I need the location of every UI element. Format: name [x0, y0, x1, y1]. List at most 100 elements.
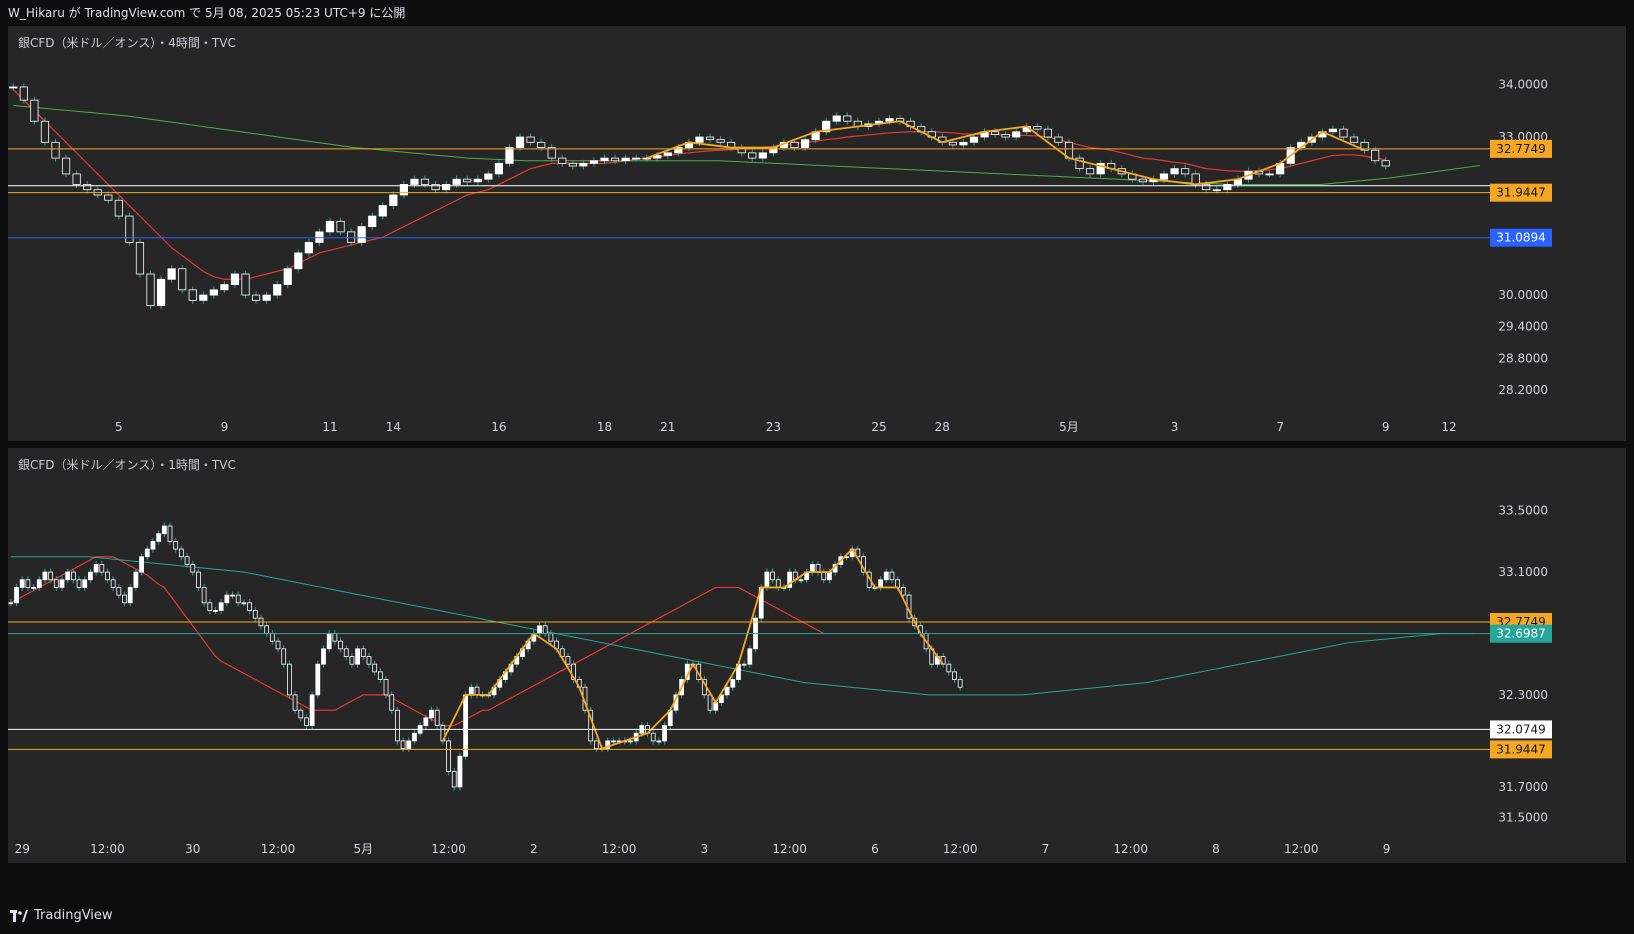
h4-y-tick-label: 28.2000 — [1498, 383, 1548, 397]
h4-x-tick-label: 14 — [386, 420, 401, 434]
h1-candle — [946, 660, 952, 676]
h4-candle — [1128, 170, 1137, 183]
h1-candle-body — [25, 579, 31, 588]
h1-candle-body — [446, 740, 451, 773]
h4-candle-body — [220, 284, 229, 291]
h1-candle — [161, 522, 167, 538]
h4-candle-body — [1001, 133, 1010, 138]
h1-candle-body — [741, 663, 747, 666]
h1-candle-body — [878, 579, 883, 588]
chart-4h-canvas[interactable]: 34.000033.000030.000029.400028.800028.20… — [8, 26, 1626, 441]
h1-candle-body — [434, 709, 440, 726]
h1-candle — [770, 568, 775, 584]
h4-x-tick-label: 21 — [660, 420, 675, 434]
h1-candle-body — [53, 579, 59, 588]
h1-candle — [821, 568, 827, 584]
chart-pane-1h[interactable]: 33.5000 33.1000 32.3000 31.7000 31.5000 32.77… — [8, 448, 1626, 863]
h1-candle-body — [707, 694, 713, 711]
h4-candle-body — [1191, 173, 1200, 185]
h4-candle-body — [610, 157, 620, 162]
h1-candle-body — [355, 648, 360, 665]
h1-candle — [593, 737, 599, 753]
h1-candle — [88, 568, 93, 584]
h1-candle-body — [139, 556, 144, 573]
h4-candle — [114, 196, 123, 220]
h1-candle-body — [88, 571, 93, 581]
h1-candle-body — [42, 571, 48, 581]
h4-candle-body — [558, 157, 567, 164]
h4-candle-body — [188, 289, 197, 301]
h4-candle-body — [579, 162, 588, 167]
h1-candle — [360, 645, 366, 661]
h1-candle — [167, 522, 173, 545]
h4-candle-body — [442, 184, 451, 191]
h4-candle — [51, 138, 60, 162]
h4-candle-body — [642, 157, 651, 160]
h4-candle-body — [1371, 149, 1380, 162]
h1-candle-body — [389, 694, 395, 711]
h4-candle-body — [1202, 184, 1211, 191]
h4-candle-body — [51, 141, 60, 159]
h4-y-axis: 34.000033.000030.000029.400028.800028.20… — [1490, 77, 1552, 397]
h1-candle-body — [463, 694, 469, 757]
h1-x-tick-label: 9 — [1383, 842, 1391, 856]
h4-candle — [283, 265, 292, 289]
h1-candle — [309, 691, 315, 730]
h1-candle — [434, 706, 440, 730]
h4-candle-body — [230, 273, 240, 285]
h1-candle-body — [542, 625, 548, 634]
h4-candle-body — [832, 115, 841, 122]
tradingview-logo-icon — [10, 910, 28, 922]
h1-candle-body — [133, 571, 139, 588]
h1-candle-body — [298, 709, 304, 719]
h4-candle-body — [347, 231, 356, 243]
h1-candle-body — [593, 740, 599, 749]
h1-candle-body — [400, 740, 406, 749]
h4-candle — [399, 180, 408, 199]
h1-candle — [747, 645, 753, 668]
h1-candle — [298, 706, 304, 722]
h4-candle-body — [843, 115, 852, 122]
h1-x-axis: 29 12:00 30 12:00 5月 12:00 2 12:00 3 12:00 6 12:00 7… — [15, 842, 1391, 856]
h1-candle-body — [360, 648, 366, 657]
h1-x-tick-label: 12:00 — [1113, 842, 1148, 856]
h1-candle — [264, 622, 270, 638]
h4-candle-body — [273, 284, 282, 296]
h4-candle-body — [589, 160, 599, 164]
h1-candle-body — [144, 548, 150, 558]
h4-candle-body — [959, 141, 968, 146]
h4-candle — [621, 154, 630, 165]
h4-x-tick-label: 5月 — [1059, 420, 1079, 434]
h1-candle-body — [611, 740, 616, 743]
h1-candle-body — [230, 594, 235, 597]
h4-candle — [1339, 125, 1348, 141]
h4-x-tick-label: 11 — [322, 420, 337, 434]
h4-candle — [431, 180, 440, 194]
h1-candle — [59, 576, 65, 591]
h1-candle-body — [19, 579, 25, 588]
h4-candle-body — [1138, 178, 1147, 183]
h4-candle — [1075, 154, 1084, 173]
h4-candle-body — [621, 157, 630, 162]
chart-1h-canvas[interactable]: 33.500033.100032.300031.700031.500032.77… — [8, 448, 1626, 863]
h1-candle — [235, 591, 241, 607]
h1-candle-body — [213, 610, 218, 612]
h4-candle-body — [262, 294, 271, 301]
h4-candle — [368, 212, 377, 231]
h1-candle — [531, 629, 537, 645]
h4-candle — [526, 133, 535, 146]
h4-candle-body — [61, 157, 71, 175]
h1-candle — [8, 599, 14, 607]
h1-candle-body — [383, 679, 389, 696]
h4-x-tick-label: 25 — [871, 420, 886, 434]
h1-candle — [343, 645, 349, 661]
h1-candle-body — [821, 571, 827, 581]
h1-candle-body — [247, 602, 252, 611]
h1-candle — [605, 737, 611, 753]
h4-moving-averages — [12, 89, 1480, 280]
h4-candle-body — [473, 178, 482, 183]
chart-pane-4h[interactable]: 34.0000 33.0000 30.0000 29.4000 28.8000 28.20… — [8, 26, 1626, 441]
h1-candle — [474, 683, 480, 699]
h4-candle-body — [1328, 128, 1338, 133]
h1-candle-body — [48, 571, 54, 581]
